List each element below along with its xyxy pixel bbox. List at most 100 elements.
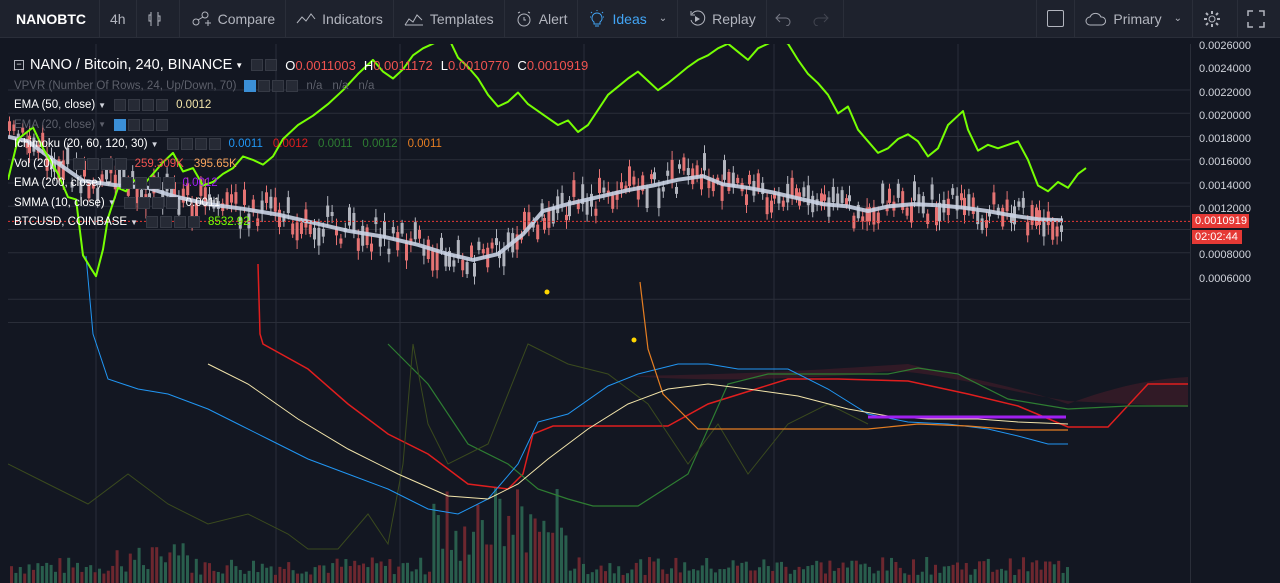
ichimoku-controls[interactable] [166, 138, 223, 151]
candle-body [901, 191, 905, 210]
interval-button[interactable]: 4h [100, 0, 137, 38]
candle-body [8, 121, 11, 132]
volume-bar [810, 565, 814, 583]
volume-bar [788, 573, 792, 583]
ema20-controls[interactable] [114, 118, 170, 131]
volume-bar [533, 518, 537, 583]
chevron-down-icon[interactable]: ▼ [151, 140, 159, 149]
cloud-icon [1085, 12, 1107, 25]
volume-bar [956, 562, 959, 583]
volume-controls[interactable] [72, 157, 129, 170]
candle-body [1051, 222, 1055, 240]
volume-bar [115, 550, 119, 583]
ema20-title[interactable]: EMA (20, close) [14, 119, 95, 131]
templates-button[interactable]: Templates [394, 0, 505, 38]
price-axis[interactable]: 0.0026000 0.0024000 0.0022000 0.0020000 0.00… [1190, 40, 1280, 583]
fullscreen-toggle-button[interactable] [1036, 0, 1074, 38]
fullscreen-button[interactable] [1237, 0, 1280, 38]
volume-bar [951, 564, 955, 583]
volume-bar [1066, 567, 1069, 583]
volume-bar [824, 573, 827, 583]
redo-button[interactable] [805, 0, 844, 38]
volume-bar [150, 547, 154, 583]
candle-body [736, 177, 740, 183]
volume-bar [296, 573, 299, 583]
volume-bar [656, 558, 660, 583]
ohlc-close: 0.0010919 [526, 57, 589, 73]
volume-bar [626, 573, 629, 583]
candle-body [645, 188, 649, 209]
volume-bar [863, 563, 867, 583]
price-axis-label: 0.0008000 [1199, 249, 1251, 262]
candle-body [387, 248, 391, 255]
ema200-title[interactable]: EMA (200, close) [14, 177, 102, 189]
volume-bar [401, 563, 405, 583]
vpvr-controls[interactable] [244, 79, 300, 92]
chevron-down-icon[interactable]: ▼ [98, 101, 106, 110]
ichimoku-title[interactable]: Ichimoku (20, 60, 120, 30) [14, 138, 148, 150]
volume-bar [766, 566, 770, 583]
ichimoku-lagging-value: 0.0011 [318, 138, 353, 151]
vpvr-value-2: n/a [332, 79, 349, 92]
volume-bar [146, 569, 150, 583]
candle-body [748, 174, 751, 185]
volume-bar [216, 571, 220, 583]
smma-controls[interactable] [123, 196, 180, 209]
btcusd-controls[interactable] [146, 216, 202, 229]
volume-bar [608, 563, 612, 583]
candle-body [339, 238, 343, 244]
volume-bar [450, 549, 453, 583]
candle-body [980, 218, 984, 231]
volume-bar [164, 562, 167, 583]
chevron-down-icon[interactable]: ▼ [57, 159, 65, 168]
volume-bar [670, 568, 673, 583]
ema50-title[interactable]: EMA (50, close) [14, 99, 95, 111]
series-title[interactable]: NANO / Bitcoin, 240, BINANCE [30, 57, 232, 73]
compare-icon [192, 11, 211, 26]
layout-button[interactable]: Primary ⌄ [1074, 0, 1192, 38]
smma-title[interactable]: SMMA (10, close) [14, 197, 105, 209]
volume-bar [260, 563, 264, 583]
square-icon [1047, 10, 1065, 27]
volume-bar [762, 559, 766, 583]
replay-button[interactable]: Replay [678, 0, 767, 38]
series-controls[interactable] [251, 59, 279, 71]
volume-bar [621, 574, 625, 583]
ema50-controls[interactable] [114, 99, 170, 112]
chevron-down-icon[interactable]: ▼ [235, 61, 243, 70]
candle-body [888, 188, 891, 203]
vpvr-value-1: n/a [306, 79, 323, 92]
volume-bar [282, 568, 286, 583]
alert-button[interactable]: Alert [505, 0, 579, 38]
volume-bar [133, 559, 137, 583]
price-axis-label: 0.0006000 [1199, 272, 1251, 285]
volume-bar [476, 504, 480, 583]
ohlc-low-label: L [440, 57, 448, 73]
btcusd-title[interactable]: BTCUSD, COINBASE [14, 216, 127, 228]
settings-button[interactable] [1192, 0, 1237, 38]
collapse-icon[interactable]: − [14, 60, 24, 70]
volume-bar [199, 574, 203, 583]
undo-button[interactable] [767, 0, 805, 38]
chevron-down-icon[interactable]: ▼ [105, 179, 113, 188]
candle-body [1005, 199, 1009, 212]
ideas-button[interactable]: Ideas ⌄ [578, 0, 679, 38]
chevron-down-icon[interactable]: ▼ [108, 198, 116, 207]
ohlc-high-label: H [363, 57, 374, 73]
symbol-search[interactable]: NANOBTC [0, 0, 100, 38]
volume-bar [942, 566, 946, 583]
volume-bar [643, 574, 647, 583]
volume-bar [309, 574, 313, 583]
ema200-controls[interactable] [120, 177, 177, 190]
volume-bar [705, 558, 709, 583]
compare-button[interactable]: Compare [180, 0, 287, 38]
chart-style-button[interactable] [137, 0, 180, 38]
volume-title[interactable]: Vol (20) [14, 158, 54, 170]
volume-bar [916, 574, 920, 583]
vpvr-title[interactable]: VPVR (Number Of Rows, 24, Up/Down, 70) [14, 80, 236, 92]
indicators-button[interactable]: Indicators [286, 0, 394, 38]
chevron-down-icon[interactable]: ▼ [98, 120, 106, 129]
candle-body [473, 262, 476, 277]
ohlc-open: 0.0011003 [295, 57, 356, 73]
chevron-down-icon[interactable]: ▼ [130, 218, 138, 227]
